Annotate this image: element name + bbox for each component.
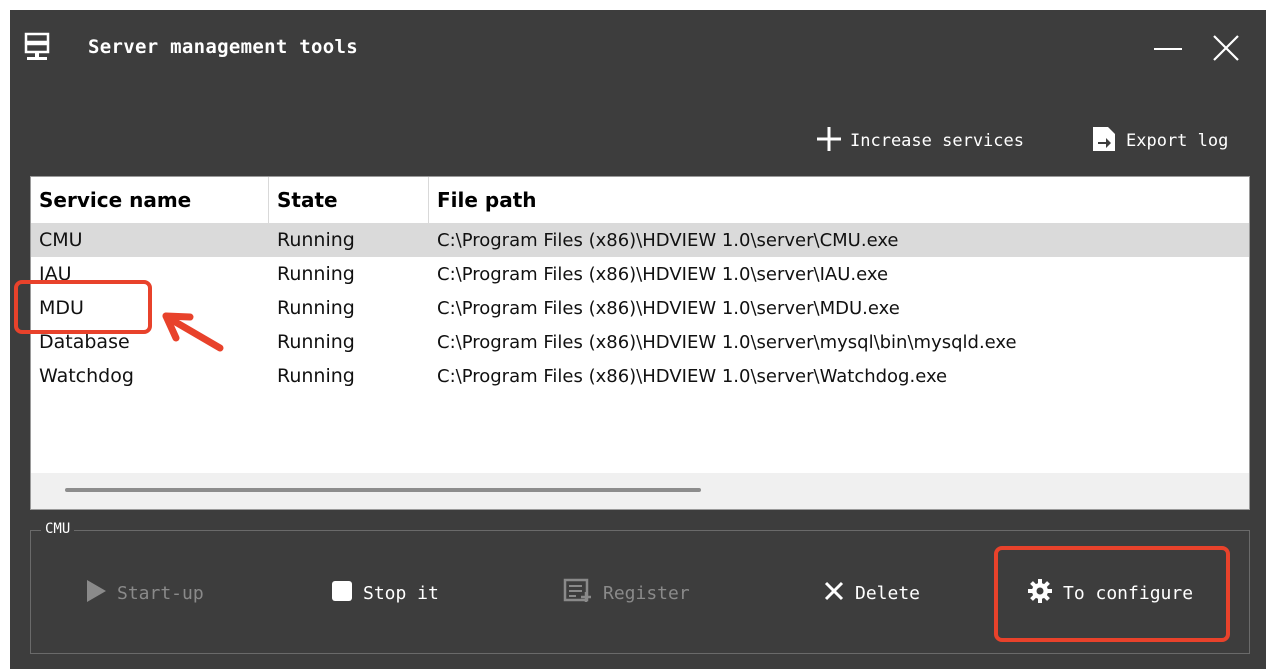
cell-state: Running <box>277 229 355 251</box>
table-row[interactable]: Watchdog Running C:\Program Files (x86)\… <box>31 359 1249 393</box>
increase-services-button[interactable]: Increase services <box>816 124 1024 158</box>
table-header: Service name State File path <box>31 177 1249 223</box>
column-header-file-path[interactable]: File path <box>429 177 1249 223</box>
cell-state: Running <box>277 263 355 285</box>
table-row[interactable]: CMU Running C:\Program Files (x86)\HDVIE… <box>31 223 1249 257</box>
delete-x-icon <box>823 580 855 607</box>
cell-file-path: C:\Program Files (x86)\HDVIEW 1.0\server… <box>437 331 1017 353</box>
cell-file-path: C:\Program Files (x86)\HDVIEW 1.0\server… <box>437 229 899 251</box>
minimize-button[interactable] <box>1148 28 1188 68</box>
cell-service-name: CMU <box>39 229 83 251</box>
increase-services-label: Increase services <box>850 131 1024 151</box>
start-up-label: Start-up <box>117 582 204 604</box>
cell-state: Running <box>277 331 355 353</box>
cell-file-path: C:\Program Files (x86)\HDVIEW 1.0\server… <box>437 263 889 285</box>
annotation-box-mdu <box>14 280 152 334</box>
cell-file-path: C:\Program Files (x86)\HDVIEW 1.0\server… <box>437 365 948 387</box>
group-label: CMU <box>41 521 75 537</box>
plus-icon <box>816 126 850 157</box>
annotation-arrow <box>162 312 224 352</box>
cell-state: Running <box>277 365 355 387</box>
minimize-icon <box>1148 48 1188 72</box>
table-row[interactable]: IAU Running C:\Program Files (x86)\HDVIE… <box>31 257 1249 291</box>
cell-service-name: Watchdog <box>39 365 134 387</box>
annotation-box-configure <box>994 546 1230 642</box>
server-icon <box>24 32 50 62</box>
stop-button[interactable]: Stop it <box>331 573 439 613</box>
column-header-state[interactable]: State <box>269 177 429 223</box>
register-icon <box>563 578 603 609</box>
stop-icon <box>331 580 363 607</box>
delete-label: Delete <box>855 582 921 604</box>
export-log-button[interactable]: Export log <box>1090 124 1228 158</box>
export-log-label: Export log <box>1126 131 1229 151</box>
export-icon <box>1090 125 1126 158</box>
stop-label: Stop it <box>363 582 439 604</box>
cell-state: Running <box>277 297 355 319</box>
window-title: Server management tools <box>88 36 358 58</box>
close-icon <box>1206 35 1246 72</box>
start-up-button[interactable]: Start-up <box>85 573 204 613</box>
title-bar: Server management tools <box>10 10 1266 86</box>
register-button[interactable]: Register <box>563 573 690 613</box>
column-header-service-name[interactable]: Service name <box>31 177 269 223</box>
cell-file-path: C:\Program Files (x86)\HDVIEW 1.0\server… <box>437 297 900 319</box>
scrollbar-thumb[interactable] <box>65 488 701 492</box>
delete-button[interactable]: Delete <box>823 573 920 613</box>
horizontal-scrollbar[interactable] <box>31 473 1249 509</box>
register-label: Register <box>603 582 690 604</box>
play-icon <box>85 579 117 608</box>
close-button[interactable] <box>1206 28 1246 68</box>
